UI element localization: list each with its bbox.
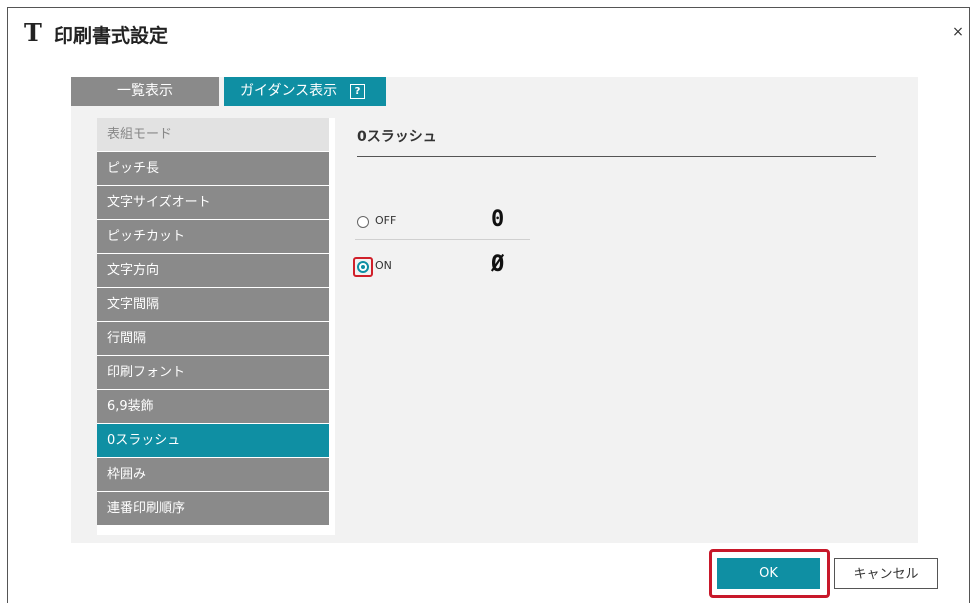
- section-divider: [357, 156, 876, 157]
- option-off[interactable]: OFF 0: [355, 207, 530, 240]
- option-off-label: OFF: [375, 214, 397, 227]
- radio-off[interactable]: [357, 216, 369, 228]
- menu-item-text-direction[interactable]: 文字方向: [97, 254, 329, 287]
- print-format-dialog: T 印刷書式設定 × 一覧表示 ガイダンス表示 ? 表組モード ピッチ長 文字サ…: [7, 7, 970, 603]
- menu-item-frame[interactable]: 枠囲み: [97, 458, 329, 491]
- cancel-button[interactable]: キャンセル: [834, 558, 938, 589]
- menu-item-serial-print-order[interactable]: 連番印刷順序: [97, 492, 329, 525]
- dialog-title: 印刷書式設定: [54, 25, 169, 47]
- title-bar: T 印刷書式設定 ×: [8, 8, 969, 58]
- zero-plain-preview: 0: [491, 207, 505, 232]
- menu-item-pitch-cut[interactable]: ピッチカット: [97, 220, 329, 253]
- section-title: 0スラッシュ: [357, 129, 437, 145]
- app-logo-icon: T: [24, 18, 42, 47]
- menu-item-zero-slash[interactable]: 0スラッシュ: [97, 424, 329, 457]
- menu-item-69-decoration[interactable]: 6,9装飾: [97, 390, 329, 423]
- zero-slash-preview: Ø: [491, 252, 505, 277]
- option-on[interactable]: ON Ø: [353, 252, 530, 284]
- tab-guidance-view[interactable]: ガイダンス表示 ?: [224, 77, 386, 106]
- option-on-label: ON: [375, 259, 392, 272]
- ok-button[interactable]: OK: [717, 558, 820, 589]
- settings-panel: 一覧表示 ガイダンス表示 ? 表組モード ピッチ長 文字サイズオート ピッチカッ…: [71, 77, 918, 543]
- menu-item-print-font[interactable]: 印刷フォント: [97, 356, 329, 389]
- tab-guidance-label: ガイダンス表示: [240, 83, 338, 99]
- menu-item-char-spacing[interactable]: 文字間隔: [97, 288, 329, 321]
- settings-menu: 表組モード ピッチ長 文字サイズオート ピッチカット 文字方向 文字間隔 行間隔…: [97, 118, 329, 526]
- close-icon[interactable]: ×: [951, 25, 965, 39]
- menu-item-line-spacing[interactable]: 行間隔: [97, 322, 329, 355]
- menu-item-auto-font-size[interactable]: 文字サイズオート: [97, 186, 329, 219]
- radio-on-highlight: [353, 257, 373, 277]
- help-icon[interactable]: ?: [350, 84, 365, 99]
- tab-list-view[interactable]: 一覧表示: [71, 77, 219, 106]
- menu-item-pitch-length[interactable]: ピッチ長: [97, 152, 329, 185]
- detail-pane: 0スラッシュ OFF 0 ON Ø: [335, 118, 896, 535]
- content-area: 表組モード ピッチ長 文字サイズオート ピッチカット 文字方向 文字間隔 行間隔…: [97, 118, 896, 535]
- menu-header-table-mode[interactable]: 表組モード: [97, 118, 329, 151]
